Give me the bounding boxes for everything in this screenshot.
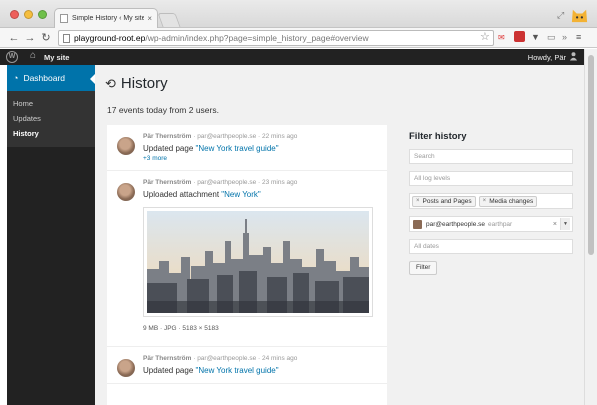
filter-panel: Filter history ×Posts and Pages ×Media c… (409, 131, 575, 275)
profile-cat-icon[interactable] (570, 5, 589, 24)
history-event-list: Pär Thernström · par@earthpeople.se · 22… (107, 125, 387, 405)
event-user[interactable]: Pär Thernström (143, 355, 191, 362)
log-levels-input[interactable] (414, 175, 568, 182)
remove-tag-icon[interactable]: × (483, 198, 487, 204)
event-action: Updated page (143, 144, 196, 153)
page-favicon-icon (60, 14, 68, 23)
remove-tag-icon[interactable]: × (416, 198, 420, 204)
event-meta: Pär Thernström · par@earthpeople.se · 22… (143, 133, 379, 140)
avatar (117, 183, 135, 201)
event-message: Updated page "New York travel guide" (143, 144, 379, 153)
event-meta: Pär Thernström · par@earthpeople.se · 24… (143, 355, 379, 362)
event-details: · par@earthpeople.se · 23 mins ago (193, 179, 298, 186)
menu-icon[interactable]: ≡ (576, 32, 581, 42)
dashboard-submenu: Home Updates History (7, 91, 95, 147)
minimize-window-button[interactable] (24, 10, 33, 19)
sidebar-item-dashboard[interactable]: ◔ Dashboard (7, 65, 96, 91)
browser-tab-bar: Simple History ‹ My site × ⤢ (0, 0, 597, 28)
event-link[interactable]: "New York" (221, 190, 260, 199)
event-user[interactable]: Pär Thernström (143, 179, 191, 186)
event-link[interactable]: "New York travel guide" (196, 144, 279, 153)
search-input[interactable] (414, 153, 568, 160)
search-field[interactable] (409, 149, 573, 164)
extension-icon-1[interactable]: ✉ (498, 33, 505, 42)
event-message: Updated page "New York travel guide" (143, 366, 379, 375)
page-heading: ⟲ History (105, 75, 168, 92)
tab-title: Simple History ‹ My site (72, 15, 145, 22)
dates-input[interactable] (414, 243, 568, 250)
chevron-down-icon[interactable]: ▼ (560, 218, 570, 230)
site-name-link[interactable]: My site (44, 53, 69, 62)
dates-select[interactable] (409, 239, 573, 254)
pocket-icon[interactable]: ▼ (531, 32, 540, 42)
dashboard-icon: ◔ (13, 73, 19, 83)
avatar (117, 137, 135, 155)
new-york-skyline-image (147, 211, 369, 313)
sidebar-item-label: Dashboard (23, 73, 66, 83)
filter-tag[interactable]: × Posts and Pages (412, 195, 476, 207)
filter-tag[interactable]: × Media changes (478, 195, 538, 207)
wordpress-logo-icon[interactable]: W (6, 51, 18, 63)
browser-tab[interactable]: Simple History ‹ My site × (54, 8, 158, 28)
page-scrollbar[interactable] (584, 49, 597, 405)
event-details: · par@earthpeople.se · 24 mins ago (193, 355, 298, 362)
close-window-button[interactable] (10, 10, 19, 19)
avatar (117, 359, 135, 377)
filter-button[interactable]: Filter (409, 261, 438, 275)
fullscreen-icon[interactable]: ⤢ (557, 10, 564, 21)
user-avatar (413, 219, 422, 229)
sidebar-item-history[interactable]: History (7, 126, 95, 141)
howdy-user-link[interactable]: Howdy, Pär (528, 53, 566, 62)
overflow-chevron-icon[interactable]: » (562, 32, 567, 42)
maximize-window-button[interactable] (38, 10, 47, 19)
filter-title: Filter history (409, 131, 467, 142)
event-details: · par@earthpeople.se · 22 mins ago (193, 133, 298, 140)
user-select[interactable]: par@earthpeople.se earthpar × ▼ (409, 216, 573, 232)
event-link[interactable]: "New York travel guide" (196, 366, 279, 375)
event-message: Uploaded attachment "New York" (143, 190, 379, 199)
clear-user-icon[interactable]: × (553, 221, 557, 228)
bookmark-star-icon[interactable]: ☆ (480, 30, 490, 43)
list-item: Pär Thernström · par@earthpeople.se · 24… (107, 347, 387, 384)
page-title: History (120, 75, 168, 92)
reload-icon[interactable]: ↻ (38, 31, 54, 44)
log-levels-select[interactable] (409, 171, 573, 186)
selected-user-name: earthpar (488, 220, 513, 228)
list-item: Pär Thernström · par@earthpeople.se · 22… (107, 125, 387, 171)
page-icon (63, 33, 70, 43)
cast-icon[interactable]: ▭ (547, 32, 556, 43)
sidebar-item-updates[interactable]: Updates (7, 111, 95, 126)
selected-user-email: par@earthpeople.se (426, 220, 485, 228)
event-action: Uploaded attachment (143, 190, 222, 199)
event-meta: Pär Thernström · par@earthpeople.se · 23… (143, 179, 379, 186)
user-avatar-icon[interactable] (569, 51, 578, 61)
back-arrow-icon[interactable]: ← (6, 32, 22, 44)
scrollbar-thumb[interactable] (588, 55, 594, 255)
tab-close-icon[interactable]: × (147, 14, 152, 23)
attachment-file-info: 9 MB · JPG · 5183 × 5183 (143, 325, 219, 332)
list-item: Pär Thernström · par@earthpeople.se · 23… (107, 171, 387, 347)
forward-arrow-icon[interactable]: → (22, 32, 38, 44)
url-text[interactable]: playground-root.ep/wp-admin/index.php?pa… (74, 33, 369, 43)
events-summary: 17 events today from 2 users. (107, 105, 219, 115)
new-tab-button[interactable] (157, 13, 181, 27)
sidebar-item-home[interactable]: Home (7, 96, 95, 111)
browser-toolbar: ← → ↻ playground-root.ep/wp-admin/index.… (0, 28, 597, 48)
admin-sidebar: ◔ Dashboard Home Updates History (7, 65, 96, 405)
event-action: Updated page (143, 366, 196, 375)
message-types-select[interactable]: × Posts and Pages × Media changes (409, 193, 573, 209)
event-user[interactable]: Pär Thernström (143, 133, 191, 140)
home-icon[interactable]: ⌂ (30, 50, 36, 61)
address-bar[interactable]: playground-root.ep/wp-admin/index.php?pa… (58, 30, 494, 46)
extension-icon-2[interactable] (514, 31, 525, 42)
more-events-link[interactable]: +3 more (143, 155, 379, 162)
main-content: ⟲ History 17 events today from 2 users. … (95, 65, 584, 405)
attachment-thumbnail[interactable] (143, 207, 373, 317)
history-clock-icon: ⟲ (105, 75, 116, 91)
wp-admin-bar: W ⌂ My site Howdy, Pär (0, 49, 584, 65)
